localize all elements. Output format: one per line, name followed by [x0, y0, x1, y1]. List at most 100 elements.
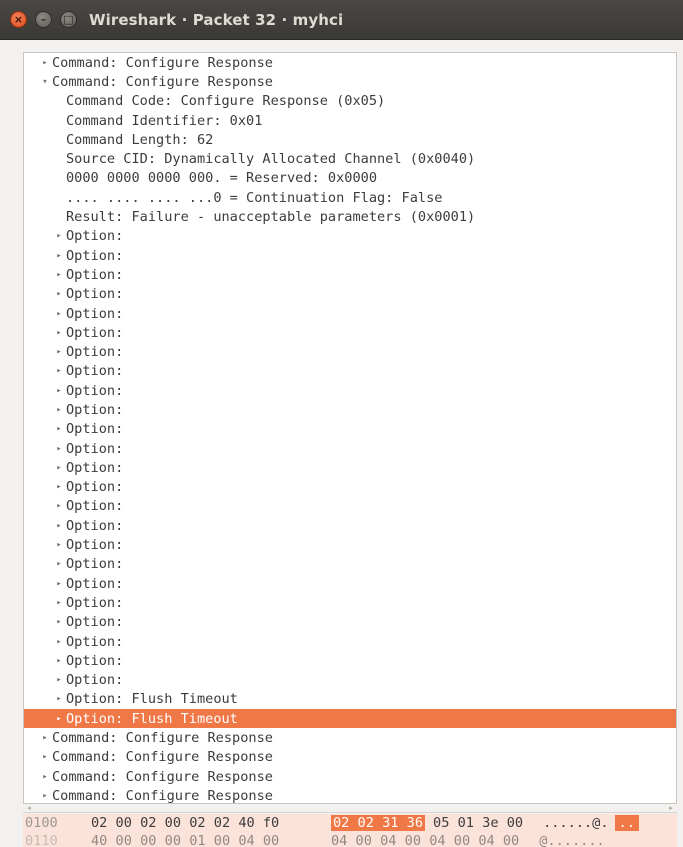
expand-arrow-icon[interactable]: ▸ [52, 347, 66, 357]
scroll-left-icon[interactable]: ◂ [25, 805, 33, 812]
expand-arrow-icon[interactable]: ▸ [38, 791, 52, 801]
minimize-window-button[interactable]: – [35, 11, 52, 28]
tree-row[interactable]: ▸ Option: [24, 651, 676, 670]
hex-bytes-highlighted[interactable]: 02 02 31 36 [331, 815, 426, 831]
expand-arrow-icon[interactable]: ▸ [52, 501, 66, 511]
expand-arrow-icon[interactable]: ▸ [38, 752, 52, 762]
tree-row-text: Command: Configure Response [52, 749, 273, 766]
expand-arrow-icon[interactable]: ▸ [52, 694, 66, 704]
tree-row[interactable]: ▸ Option: [24, 671, 676, 690]
tree-row-text: Option: Flush Timeout [66, 691, 238, 708]
expand-arrow-icon[interactable]: ▸ [52, 482, 66, 492]
maximize-window-button[interactable]: □ [60, 11, 77, 28]
tree-row[interactable]: ▾ Command: Configure Response [24, 72, 676, 91]
hex-bytes[interactable]: 02 00 02 00 02 02 40 f0 [91, 815, 331, 831]
collapse-arrow-icon[interactable]: ▾ [38, 77, 52, 87]
packet-bytes-pane[interactable]: 0100 02 00 02 00 02 02 40 f0 02 02 31 36 05… [23, 814, 677, 847]
tree-row[interactable]: .... .... .... ...0 = Continuation Flag:… [24, 188, 676, 207]
tree-row-text: Option: [66, 479, 124, 496]
tree-row-text: Option: [66, 498, 124, 515]
expand-arrow-icon[interactable]: ▸ [38, 58, 52, 68]
tree-row[interactable]: ▸ Option: [24, 439, 676, 458]
tree-row[interactable]: ▸ Command: Configure Response [24, 728, 676, 747]
expand-arrow-icon[interactable]: ▸ [52, 366, 66, 376]
expand-arrow-icon[interactable]: ▸ [52, 540, 66, 550]
expand-arrow-icon[interactable]: ▸ [38, 772, 52, 782]
tree-row-text: Command: Configure Response [52, 73, 273, 90]
tree-row-text: Option: [66, 537, 124, 554]
expand-arrow-icon[interactable]: ▸ [52, 405, 66, 415]
tree-row[interactable]: ▸ Option: [24, 593, 676, 612]
tree-row[interactable]: ▸ Option: [24, 304, 676, 323]
tree-row[interactable]: ▸ Option: [24, 535, 676, 554]
tree-row[interactable]: Result: Failure - unacceptable parameter… [24, 207, 676, 226]
hex-bytes[interactable]: 40 00 00 00 01 00 04 00 [91, 833, 331, 847]
close-window-button[interactable]: × [10, 11, 27, 28]
tree-row[interactable]: ▸ Option: [24, 632, 676, 651]
hex-ascii[interactable]: @....... [519, 833, 604, 847]
tree-row[interactable]: ▸ Option: [24, 227, 676, 246]
tree-row[interactable]: Command Code: Configure Response (0x05) [24, 92, 676, 111]
tree-row[interactable]: ▸ Command: Configure Response [24, 53, 676, 72]
expand-arrow-icon[interactable]: ▸ [52, 424, 66, 434]
expand-arrow-icon[interactable]: ▸ [52, 637, 66, 647]
tree-row[interactable]: Source CID: Dynamically Allocated Channe… [24, 149, 676, 168]
tree-row[interactable]: Command Identifier: 0x01 [24, 111, 676, 130]
expand-arrow-icon[interactable]: ▸ [38, 733, 52, 743]
expand-arrow-icon[interactable]: ▸ [52, 598, 66, 608]
tree-row-selected[interactable]: ▸ Option: Flush Timeout [24, 709, 676, 729]
tree-row[interactable]: ▸ Option: [24, 362, 676, 381]
tree-row[interactable]: ▸ Option: [24, 555, 676, 574]
expand-arrow-icon[interactable]: ▸ [52, 656, 66, 666]
tree-row[interactable]: ▸ Option: [24, 265, 676, 284]
expand-arrow-icon[interactable]: ▸ [52, 559, 66, 569]
tree-row[interactable]: ▸ Option: [24, 420, 676, 439]
expand-arrow-icon[interactable]: ▸ [52, 289, 66, 299]
tree-row-text: Option: [66, 266, 124, 283]
tree-row[interactable]: ▸ Option: [24, 323, 676, 342]
tree-row[interactable]: ▸ Option: [24, 478, 676, 497]
tree-row[interactable]: ▸ Option: [24, 246, 676, 265]
tree-row[interactable]: ▸ Option: [24, 285, 676, 304]
expand-arrow-icon[interactable]: ▸ [52, 714, 66, 724]
expand-arrow-icon[interactable]: ▸ [52, 675, 66, 685]
expand-arrow-icon[interactable]: ▸ [52, 251, 66, 261]
tree-row[interactable]: ▸ Option: [24, 613, 676, 632]
tree-row[interactable]: ▸ Command: Configure Response [24, 767, 676, 786]
hex-ascii-highlighted[interactable]: .. [614, 815, 639, 831]
expand-arrow-icon[interactable]: ▸ [52, 463, 66, 473]
tree-row[interactable]: ▸ Option: [24, 458, 676, 477]
tree-row-text: .... .... .... ...0 = Continuation Flag:… [66, 189, 443, 206]
hex-row[interactable]: 0110 40 00 00 00 01 00 04 00 04 00 04 00 0… [23, 832, 677, 847]
tree-row[interactable]: ▸ Command: Configure Response [24, 748, 676, 767]
tree-row[interactable]: ▸ Option: [24, 516, 676, 535]
scroll-right-icon[interactable]: ▸ [667, 805, 675, 812]
tree-row[interactable]: ▸ Option: [24, 574, 676, 593]
packet-details-tree[interactable]: ▸ Command: Configure Response ▾ Command: Co… [23, 52, 677, 804]
tree-row-text: Option: [66, 401, 124, 418]
expand-arrow-icon[interactable]: ▸ [52, 617, 66, 627]
hex-ascii[interactable]: ......@. [523, 815, 608, 831]
tree-row[interactable]: ▸ Option: [24, 497, 676, 516]
tree-row[interactable]: ▸ Option: [24, 342, 676, 361]
hex-bytes-rest[interactable]: 05 01 3e 00 [425, 815, 523, 831]
tree-row[interactable]: 0000 0000 0000 000. = Reserved: 0x0000 [24, 169, 676, 188]
tree-row[interactable]: ▸ Option: [24, 381, 676, 400]
hex-bytes-rest[interactable]: 04 00 04 00 04 00 04 00 [331, 833, 519, 847]
expand-arrow-icon[interactable]: ▸ [52, 386, 66, 396]
expand-arrow-icon[interactable]: ▸ [52, 579, 66, 589]
tree-row[interactable]: Command Length: 62 [24, 130, 676, 149]
tree-row-text: Option: [66, 382, 124, 399]
expand-arrow-icon[interactable]: ▸ [52, 328, 66, 338]
expand-arrow-icon[interactable]: ▸ [52, 270, 66, 280]
tree-row[interactable]: ▸ Option: [24, 400, 676, 419]
window-title: Wireshark · Packet 32 · myhci [89, 10, 344, 29]
tree-row[interactable]: ▸ Command: Configure Response [24, 786, 676, 803]
tree-row[interactable]: ▸ Option: Flush Timeout [24, 690, 676, 709]
expand-arrow-icon[interactable]: ▸ [52, 309, 66, 319]
expand-arrow-icon[interactable]: ▸ [52, 444, 66, 454]
expand-arrow-icon[interactable]: ▸ [52, 521, 66, 531]
hex-row[interactable]: 0100 02 00 02 00 02 02 40 f0 02 02 31 36 05… [23, 814, 677, 832]
expand-arrow-icon[interactable]: ▸ [52, 231, 66, 241]
horizontal-scrollbar[interactable]: ◂ ▸ [23, 805, 677, 813]
